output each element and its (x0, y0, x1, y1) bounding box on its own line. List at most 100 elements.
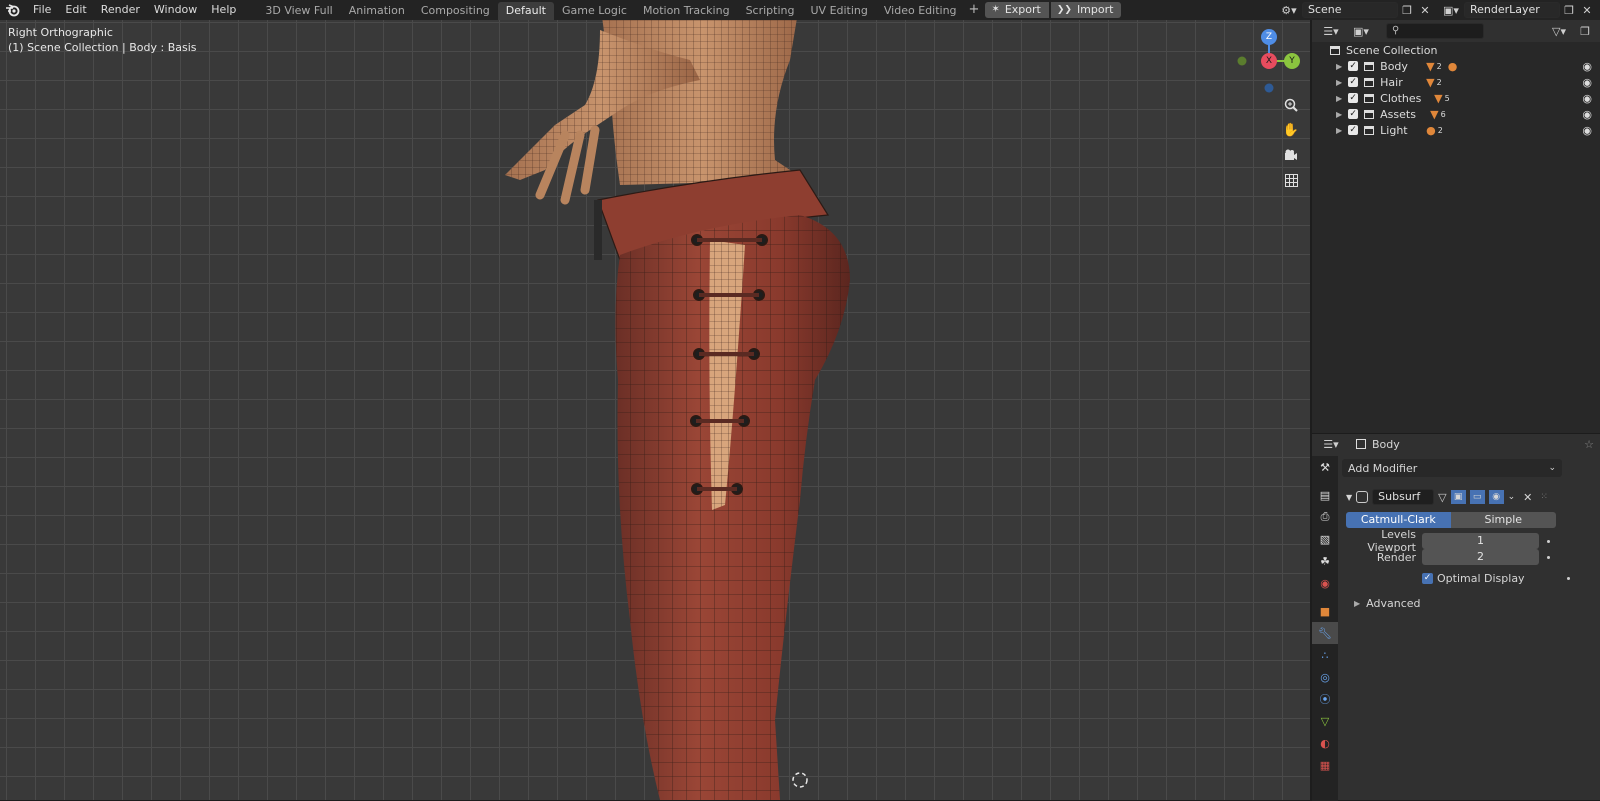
new-collection-icon[interactable]: ❐ (1576, 23, 1594, 39)
view-layer-selector-icon[interactable]: ▣▾ (1438, 2, 1464, 18)
gizmo-y-axis[interactable]: Y (1284, 53, 1300, 69)
catmull-clark-option[interactable]: Catmull-Clark (1346, 512, 1451, 528)
exclude-checkbox[interactable]: ✓ (1348, 77, 1359, 87)
tab-scripting[interactable]: Scripting (738, 2, 803, 20)
pan-hand-icon[interactable]: ✋ (1280, 119, 1302, 141)
navigation-gizmo[interactable]: Z Y X (1230, 28, 1300, 98)
modifier-extras-chevron-icon[interactable]: ⌄ (1508, 492, 1516, 502)
tab-animation[interactable]: Animation (341, 2, 413, 20)
tab-default[interactable]: Default (497, 2, 554, 20)
scene-selector-icon[interactable]: ⚙▾ (1276, 2, 1302, 18)
tab-compositing[interactable]: Compositing (413, 2, 498, 20)
pin-icon[interactable]: ☆ (1584, 438, 1594, 451)
levels-viewport-field[interactable]: 1 (1422, 533, 1539, 549)
delete-view-layer-icon[interactable]: ✕ (1578, 2, 1596, 18)
eye-visibility-icon[interactable]: ◉ (1582, 76, 1592, 89)
collapse-arrow-icon[interactable]: ▼ (1346, 493, 1352, 502)
physics-tab-icon[interactable]: ◎ (1312, 666, 1338, 688)
texture-tab-icon[interactable]: ▦ (1312, 754, 1338, 776)
render-levels-field[interactable]: 2 (1422, 549, 1539, 565)
keyframe-dot-icon[interactable] (1547, 555, 1550, 559)
outliner-item-light[interactable]: ▶ ✓ Light ● 2 ◉ (1312, 122, 1600, 138)
menu-help[interactable]: Help (204, 0, 243, 20)
outliner-scene-collection[interactable]: Scene Collection (1312, 42, 1600, 58)
menu-render[interactable]: Render (94, 0, 147, 20)
drag-handle-icon[interactable]: ⁙ (1540, 492, 1548, 502)
camera-view-icon[interactable] (1280, 144, 1302, 166)
import-button[interactable]: ❯❯ Import (1050, 2, 1122, 18)
menu-file[interactable]: File (26, 0, 58, 20)
eye-visibility-icon[interactable]: ◉ (1582, 108, 1592, 121)
expand-arrow-icon[interactable]: ▶ (1336, 126, 1342, 135)
gizmo-x-axis[interactable]: X (1261, 53, 1277, 69)
remove-modifier-icon[interactable]: ✕ (1523, 491, 1532, 504)
filter-icon[interactable]: ▽▾ (1546, 23, 1572, 39)
output-tab-icon[interactable]: ⎙ (1312, 506, 1338, 528)
edit-mode-toggle-icon[interactable]: ▣ (1450, 490, 1466, 504)
new-view-layer-icon[interactable]: ❐ (1560, 2, 1578, 18)
modifier-name-field[interactable]: Subsurf (1372, 489, 1435, 505)
export-button[interactable]: ✶ Export (985, 2, 1049, 18)
object-tab-icon[interactable]: ■ (1312, 600, 1338, 622)
editor-type-icon[interactable]: ☰▾ (1318, 23, 1344, 39)
edit-mode-cage-icon[interactable]: ▽ (1438, 491, 1446, 504)
ortho-grid-icon[interactable] (1280, 169, 1302, 191)
material-tab-icon[interactable]: ◐ (1312, 732, 1338, 754)
simple-option[interactable]: Simple (1450, 512, 1556, 528)
collection-box-icon (1364, 77, 1375, 87)
modifier-tab-icon[interactable]: 🔧︎ (1312, 622, 1338, 644)
eye-visibility-icon[interactable]: ◉ (1582, 92, 1592, 105)
expand-arrow-icon[interactable]: ▶ (1336, 94, 1342, 103)
constraints-tab-icon[interactable]: ⦿ (1312, 688, 1338, 710)
menu-window[interactable]: Window (147, 0, 204, 20)
world-tab-icon[interactable]: ◉ (1312, 572, 1338, 594)
gizmo-z-axis[interactable]: Z (1261, 29, 1277, 45)
tab-uv-editing[interactable]: UV Editing (803, 2, 876, 20)
child-count-badge: 2 (1436, 77, 1442, 87)
delete-scene-icon[interactable]: ✕ (1416, 2, 1434, 18)
data-tab-icon[interactable]: ▽ (1312, 710, 1338, 732)
exclude-checkbox[interactable]: ✓ (1348, 93, 1359, 103)
new-scene-icon[interactable]: ❐ (1398, 2, 1416, 18)
render-layer-field[interactable]: RenderLayer (1464, 2, 1560, 18)
tab-game-logic[interactable]: Game Logic (554, 2, 635, 20)
render-toggle-icon[interactable]: ◉ (1488, 490, 1504, 504)
outliner-search-input[interactable]: ⚲ (1386, 23, 1484, 39)
exclude-checkbox[interactable]: ✓ (1348, 109, 1359, 119)
scene-tab-icon[interactable]: ☘ (1312, 550, 1338, 572)
keyframe-dot-icon[interactable] (1547, 539, 1550, 543)
tab-3d-view-full[interactable]: 3D View Full (257, 2, 340, 20)
3d-viewport[interactable]: Right Orthographic (1) Scene Collection … (0, 20, 1310, 800)
tab-motion-tracking[interactable]: Motion Tracking (635, 2, 738, 20)
display-mode-icon[interactable]: ▣▾ (1348, 23, 1374, 39)
tool-settings-tab-icon[interactable]: ⚒ (1312, 456, 1338, 478)
outliner-item-assets[interactable]: ▶ ✓ Assets ▼ 6 ◉ (1312, 106, 1600, 122)
light-bulb-icon: ● (1426, 123, 1436, 137)
blender-logo-icon[interactable] (0, 0, 26, 20)
add-modifier-dropdown[interactable]: Add Modifier ⌄ (1342, 459, 1562, 477)
view-layer-tab-icon[interactable]: ▧ (1312, 528, 1338, 550)
menu-edit[interactable]: Edit (58, 0, 93, 20)
outliner-item-clothes[interactable]: ▶ ✓ Clothes ▼ 5 ◉ (1312, 90, 1600, 106)
zoom-icon[interactable] (1280, 94, 1302, 116)
scene-name-field[interactable]: Scene (1302, 2, 1398, 18)
particles-tab-icon[interactable]: ∴ (1312, 644, 1338, 666)
expand-arrow-icon[interactable]: ▶ (1336, 78, 1342, 87)
outliner-item-hair[interactable]: ▶ ✓ Hair ▼ 2 ◉ (1312, 74, 1600, 90)
exclude-checkbox[interactable]: ✓ (1348, 61, 1359, 71)
optimal-display-checkbox[interactable]: ✓ (1422, 572, 1433, 584)
keyframe-dot-icon[interactable] (1567, 576, 1570, 580)
mesh-triangle-icon: ▼ (1430, 107, 1439, 121)
properties-editor-type-icon[interactable]: ☰▾ (1318, 436, 1344, 452)
advanced-subpanel[interactable]: ▶ Advanced (1354, 595, 1421, 611)
tab-video-editing[interactable]: Video Editing (876, 2, 965, 20)
exclude-checkbox[interactable]: ✓ (1348, 125, 1359, 135)
outliner-item-body[interactable]: ▶ ✓ Body ▼ 2 ● ◉ (1312, 58, 1600, 74)
expand-arrow-icon[interactable]: ▶ (1336, 62, 1342, 71)
viewport-display-toggle-icon[interactable]: ▭ (1469, 490, 1485, 504)
expand-arrow-icon[interactable]: ▶ (1336, 110, 1342, 119)
add-workspace-button[interactable]: + (965, 0, 984, 20)
render-tab-icon[interactable]: ▤ (1312, 484, 1338, 506)
eye-visibility-icon[interactable]: ◉ (1582, 60, 1592, 73)
eye-visibility-icon[interactable]: ◉ (1582, 124, 1592, 137)
